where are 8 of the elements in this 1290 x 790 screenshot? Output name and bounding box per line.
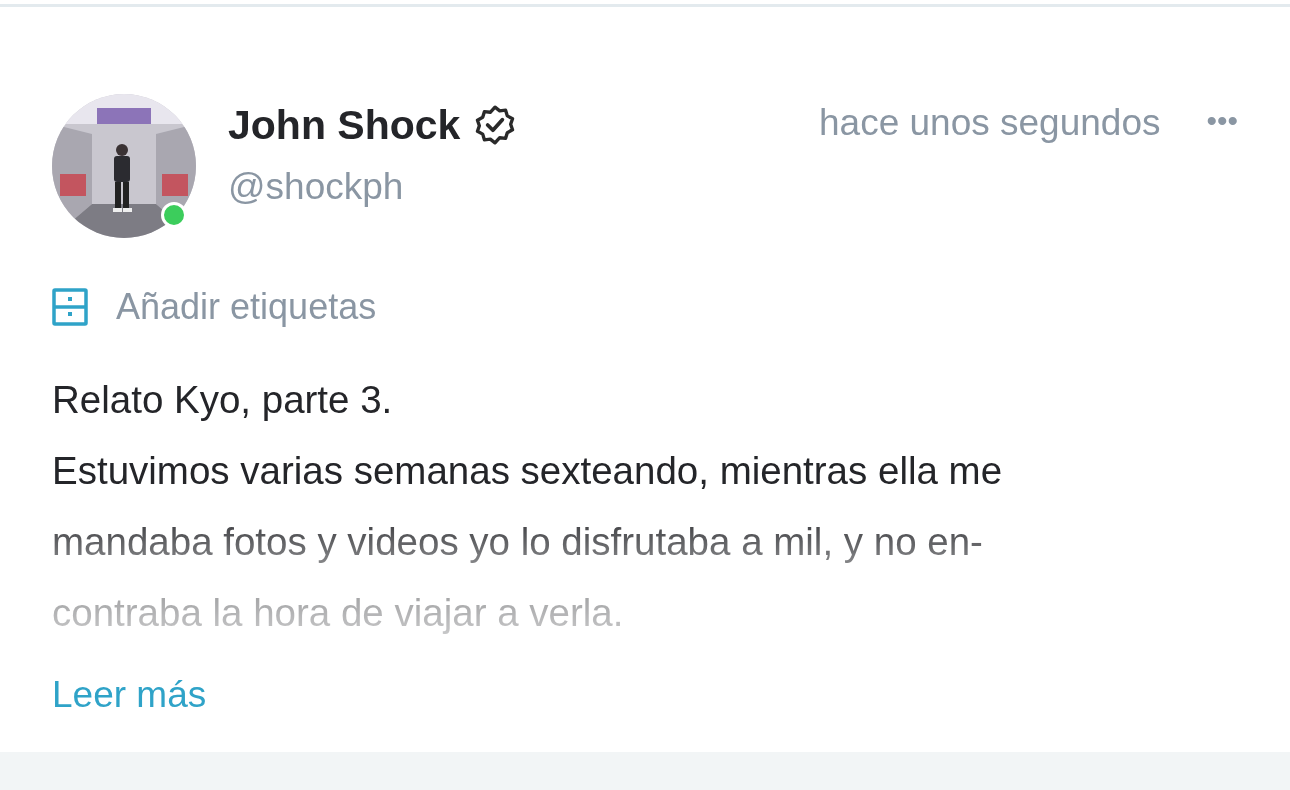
add-tags-link[interactable]: Añadir etiquetas (116, 286, 377, 328)
more-button[interactable]: ••• (1206, 106, 1238, 136)
drawer-icon[interactable] (52, 288, 88, 326)
post-text: Relato Kyo, parte 3. Estuvimos varias semanas sexteando, mientras ella me mandaba fotos y videos yo lo disfrutaba a mil, y no en- contraba la hora de viajar a verla. (52, 377, 1004, 636)
post-time: hace unos segundos (819, 102, 1161, 144)
user-name[interactable]: John Shock (228, 101, 461, 149)
user-handle[interactable]: @shockph (228, 166, 819, 208)
read-more-link[interactable]: Leer más (52, 674, 207, 716)
